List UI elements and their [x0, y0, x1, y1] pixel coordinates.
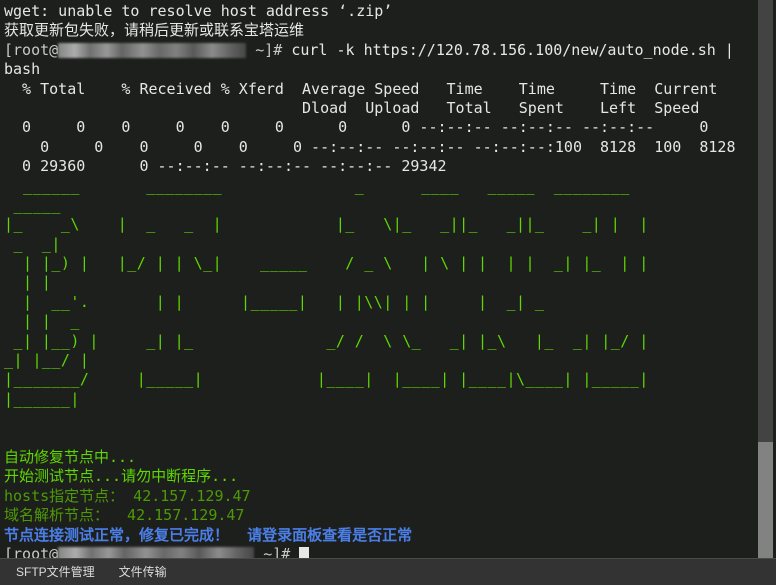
prompt-tail: ~]#	[254, 544, 300, 558]
terminal-output-area[interactable]: wget: unable to resolve host address ‘.z…	[0, 0, 752, 558]
prompt-tail: ~]#	[246, 40, 292, 59]
command-prompt-line: [root@ ~]# curl -k https://120.78.156.10…	[4, 41, 752, 60]
bottom-taskbar: SFTP文件管理 文件传输	[0, 558, 776, 585]
curl-progress-row-3: 0 29360 0 --:--:-- --:--:-- --:--:-- 293…	[4, 157, 447, 176]
ascii-banner-line: |_ _\ | _ _ | |_ \|_ _||_ _||_ _| | |	[4, 215, 649, 234]
prompt-user: [root@	[4, 544, 59, 558]
status-dns-node: 域名解析节点： 42.157.129.47	[4, 506, 245, 525]
ascii-banner-line: | |	[4, 273, 649, 292]
wget-error-cn-line: 获取更新包失败，请稍后更新或联系宝塔运维	[4, 21, 305, 40]
wget-error-line: wget: unable to resolve host address ‘.z…	[4, 2, 393, 20]
ascii-banner-line: _ _|	[4, 234, 649, 253]
ascii-banner-line: _| |__/ |	[4, 351, 649, 370]
ascii-banner-line: | |_) | |_/ | | \_| _____ / _ \ | \ | | …	[4, 254, 649, 273]
scrollbar-thumb[interactable]	[758, 442, 773, 558]
taskbar-item-sftp-file-manager[interactable]: SFTP文件管理	[0, 559, 107, 586]
taskbar-item-file-transfer[interactable]: 文件传输	[107, 559, 179, 586]
ascii-banner-line: |______|	[4, 389, 80, 408]
ascii-banner-line: ______ ________ _ ____ _____ ________	[4, 176, 630, 195]
status-repair-done: 节点连接测试正常，修复已完成！ 请登录面板查看是否正常	[4, 525, 413, 544]
prompt-user: [root@	[4, 40, 59, 59]
status-begin-test: 开始测试节点...请勿中断程序...	[4, 467, 239, 486]
redacted-hostname	[58, 546, 255, 558]
status-auto-repair: 自动修复节点中...	[4, 448, 137, 466]
ascii-banner-line: _| |__) | _| |_ _/ / \ \_ _| |_\ |_ _| |…	[4, 331, 649, 350]
terminal-scrollbar[interactable]	[752, 0, 776, 558]
curl-progress-row-1: 0 0 0 0 0 0 0 0 --:--:-- --:--:-- --:--:…	[4, 118, 752, 137]
terminal-cursor	[299, 546, 310, 558]
blank-spacer	[4, 409, 752, 448]
final-prompt-line: [root@ ~]#	[4, 545, 752, 558]
terminal-window: wget: unable to resolve host address ‘.z…	[0, 0, 776, 585]
curl-progress-row-2: 0 0 0 0 0 0 --:--:-- --:--:-- --:--:--:1…	[4, 137, 752, 156]
ascii-banner-line: | | _	[4, 312, 649, 331]
command-wrap-line: bash	[4, 60, 41, 79]
status-hosts-node: hosts指定节点： 42.157.129.47	[4, 486, 251, 505]
ascii-banner-line: | __'. | | |_____| | |\\| | | | _| _	[4, 292, 649, 311]
ascii-banner-line: _____	[4, 195, 649, 214]
curl-header-row-2: Dload Upload Total Spent Left Speed	[4, 98, 700, 117]
curl-command: curl -k https://120.78.156.100/new/auto_…	[291, 40, 734, 59]
redacted-hostname	[58, 42, 247, 58]
ascii-banner-line: |_______/ |_____| |____| |____| |____|\_…	[4, 370, 649, 389]
curl-header-row-1: % Total % Received % Xferd Average Speed…	[4, 79, 718, 98]
